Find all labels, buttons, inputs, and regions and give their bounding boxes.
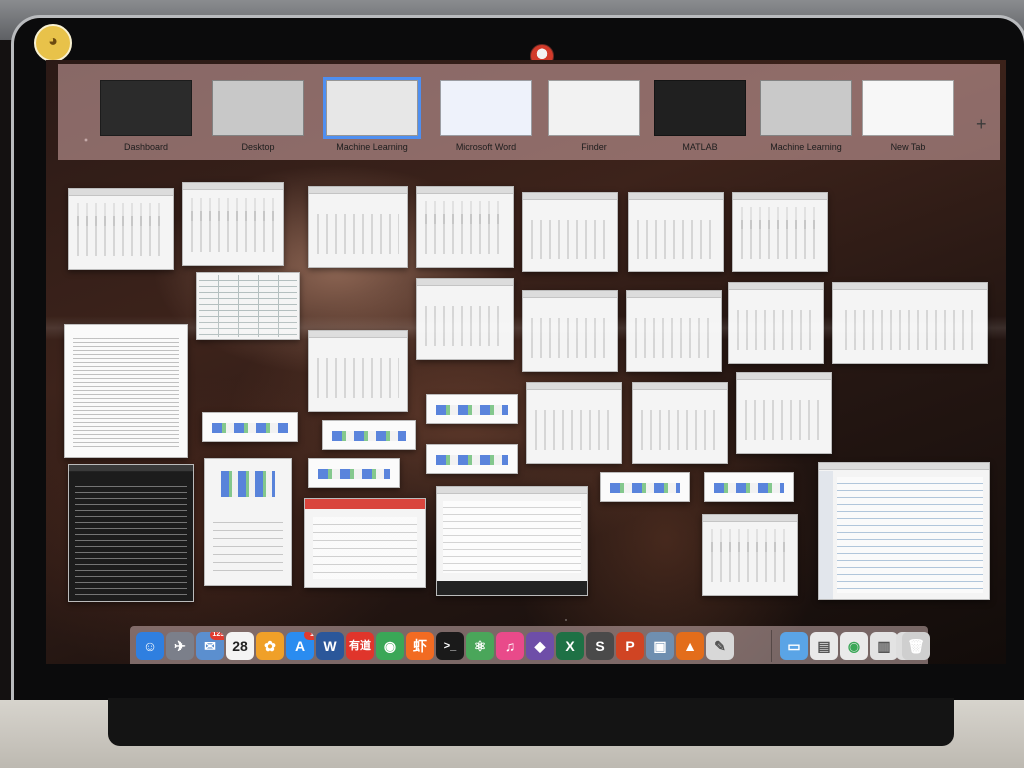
mail-icon[interactable]: ✉1238 [196,632,224,660]
mission-control-screen: Dashboard Desktop Machine Learning Micro… [46,60,1006,664]
space-new-tab[interactable]: New Tab [862,80,954,152]
diagram-window-thumbnail[interactable] [426,444,518,474]
github-icon[interactable]: ◆ [526,632,554,660]
space-matlab[interactable]: MATLAB [654,80,746,152]
document-window-thumbnail[interactable] [64,324,188,458]
dock: ☺ ✈ ✉1238 28 ✿ A1 W 有道 ◉ 虾 >_ ⚛ ♫ ◆ X S … [130,626,928,664]
space-finder[interactable]: Finder [548,80,640,152]
xiami-icon[interactable]: 虾 [406,632,434,660]
launchpad-icon[interactable]: ✈ [166,632,194,660]
app-store-icon[interactable]: A1 [286,632,314,660]
space-label: MATLAB [682,142,718,152]
word-icon[interactable]: W [316,632,344,660]
diagram-window-thumbnail[interactable] [322,420,416,450]
add-space-button[interactable]: + [976,114,987,135]
itunes-icon[interactable]: ♫ [496,632,524,660]
app-window-thumbnail[interactable] [304,498,426,588]
window-thumbnail[interactable] [702,514,798,596]
terminal-icon[interactable]: >_ [436,632,464,660]
space-thumb [862,80,954,136]
window-thumbnail[interactable] [308,186,408,268]
chrome-icon[interactable]: ◉ [376,632,404,660]
space-label: Machine Learning [336,142,408,152]
space-label: Machine Learning [770,142,842,152]
youdao-icon[interactable]: 有道 [346,632,374,660]
settings-window-thumbnail[interactable] [204,458,292,586]
pikachu-sticker: ◕ [34,24,72,62]
window-thumbnail[interactable] [832,282,988,364]
chrome-stack-icon[interactable]: ◉ [840,632,868,660]
diagram-window-thumbnail[interactable] [202,412,298,442]
textedit-icon[interactable]: ✎ [706,632,734,660]
space-machine-learning-2[interactable]: Machine Learning [760,80,852,152]
space-label: Desktop [241,142,275,152]
window-thumbnail[interactable] [526,382,622,464]
dock-separator [771,630,772,662]
space-thumb [440,80,532,136]
finder-icon[interactable]: ☺ [136,632,164,660]
window-thumbnail[interactable] [728,282,824,364]
window-thumbnail[interactable] [626,290,722,372]
window-thumbnail[interactable] [182,182,284,266]
window-thumbnail[interactable] [628,192,724,272]
space-label: Finder [581,142,607,152]
excel-icon[interactable]: X [556,632,584,660]
space-thumb [212,80,304,136]
preview-icon[interactable]: ▣ [646,632,674,660]
space-label: Microsoft Word [455,142,517,152]
atom-icon[interactable]: ⚛ [466,632,494,660]
space-thumb [760,80,852,136]
window-thumbnail[interactable] [632,382,728,464]
diagram-window-thumbnail[interactable] [600,472,690,502]
window-thumbnail[interactable] [522,290,618,372]
mail-badge: 1238 [210,632,224,640]
photos-icon[interactable]: ✿ [256,632,284,660]
trash-icon[interactable]: 🗑 [902,632,930,660]
spreadsheet-window-thumbnail[interactable] [196,272,300,340]
window-thumbnail[interactable] [732,192,828,272]
space-thumb [654,80,746,136]
diagram-window-thumbnail[interactable] [426,394,518,424]
space-thumb [326,80,418,136]
window-thumbnail[interactable] [308,330,408,412]
sublime-icon[interactable]: S [586,632,614,660]
space-thumb [548,80,640,136]
terminal-window-thumbnail[interactable] [68,464,194,602]
space-desktop[interactable]: Desktop [212,80,304,152]
laptop-hinge [108,698,954,746]
powerpoint-icon[interactable]: P [616,632,644,660]
window-thumbnail[interactable] [416,186,514,268]
calendar-icon[interactable]: 28 [226,632,254,660]
space-label: New Tab [890,142,926,152]
window-thumbnail[interactable] [522,192,618,272]
diagram-window-thumbnail[interactable] [704,472,794,502]
screenshot-stack-icon[interactable]: ▥ [870,632,898,660]
matlab-icon[interactable]: ▲ [676,632,704,660]
space-microsoft-word[interactable]: Microsoft Word [440,80,532,152]
space-machine-learning[interactable]: Machine Learning [326,80,418,152]
space-label: Dashboard [123,142,169,152]
downloads-folder-icon[interactable]: ▭ [780,632,808,660]
window-thumbnail[interactable] [736,372,832,454]
window-thumbnail[interactable] [416,278,514,360]
matlab-editor-window-thumbnail[interactable] [818,462,990,600]
app-store-badge: 1 [304,632,314,640]
window-thumbnail[interactable] [68,188,174,270]
spaces-bar: Dashboard Desktop Machine Learning Micro… [58,64,1000,160]
music-window-thumbnail[interactable] [436,486,588,596]
space-dashboard[interactable]: Dashboard [100,80,192,152]
document-stack-icon[interactable]: ▤ [810,632,838,660]
space-thumb [100,80,192,136]
diagram-window-thumbnail[interactable] [308,458,400,488]
